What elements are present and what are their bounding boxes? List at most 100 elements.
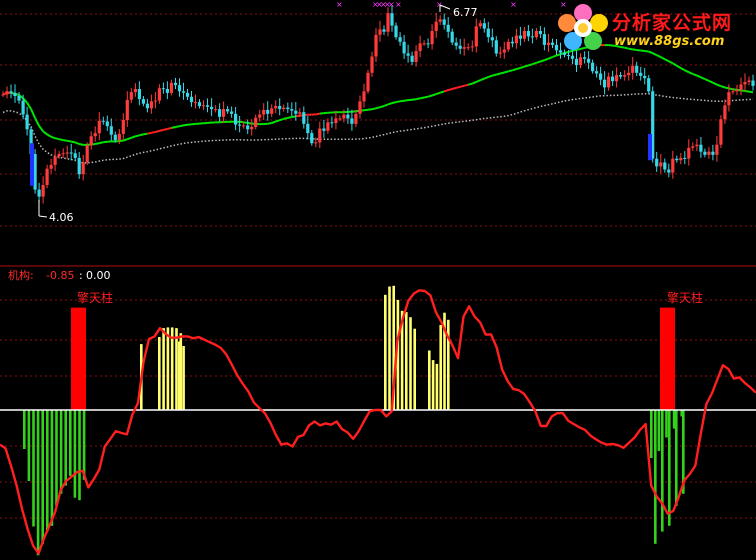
ma-segment xyxy=(70,140,76,144)
candle-body xyxy=(13,92,17,96)
marker-glyph: × xyxy=(436,0,443,9)
candle-body xyxy=(298,112,302,114)
yellow-bar xyxy=(409,317,412,410)
ma-segment xyxy=(748,90,754,94)
candle-body xyxy=(262,109,266,115)
candle-body xyxy=(334,118,338,123)
ma-segment xyxy=(471,80,477,85)
ma-segment xyxy=(63,139,68,142)
ma-segment xyxy=(147,131,152,135)
ma-segment xyxy=(431,93,437,97)
candle-body xyxy=(679,157,683,161)
candle-body xyxy=(607,76,611,88)
green-bar xyxy=(27,410,31,481)
candle-body xyxy=(727,92,731,106)
ma-segment xyxy=(475,79,481,83)
candle-body xyxy=(442,19,446,25)
candle-body xyxy=(390,13,394,26)
ma-segment xyxy=(163,128,168,131)
candle-body xyxy=(510,41,514,44)
candle-body xyxy=(410,55,414,62)
ma-segment xyxy=(483,76,489,80)
low-price-label: 4.06 xyxy=(49,211,74,224)
ma-segment xyxy=(415,97,421,101)
yellow-bar xyxy=(158,337,161,410)
candle-body xyxy=(691,146,695,148)
yellow-bar xyxy=(178,341,181,410)
high-price-label: 6.77 xyxy=(453,6,478,19)
candle-body xyxy=(378,29,382,35)
ma-segment xyxy=(548,56,553,60)
ma-segment xyxy=(399,99,405,103)
candle-body xyxy=(5,91,9,95)
ma-segment xyxy=(175,125,180,128)
ma-segment xyxy=(183,123,188,127)
ma-segment xyxy=(42,130,48,136)
ma-segment xyxy=(363,108,369,112)
ma-segment xyxy=(395,100,401,104)
watermark-logo: 分析家公式网 www.88gs.com xyxy=(556,2,752,52)
candle-body xyxy=(318,128,322,143)
candle-body xyxy=(201,105,206,107)
ma-segment xyxy=(38,125,44,132)
candle-body xyxy=(157,88,161,101)
candle-body xyxy=(450,31,454,43)
candle-body xyxy=(177,85,182,92)
candle-body xyxy=(506,41,510,50)
moving-average-lines xyxy=(2,44,754,164)
ma-segment xyxy=(30,108,37,119)
ma-segment xyxy=(552,54,557,58)
ma-segment xyxy=(455,85,461,89)
candle-body xyxy=(398,37,402,42)
ma-segment xyxy=(119,139,124,143)
ma-segment xyxy=(467,82,473,86)
green-bar xyxy=(78,410,81,501)
candle-body xyxy=(101,120,105,122)
candle-body xyxy=(89,136,93,146)
candle-body xyxy=(603,79,607,88)
candle-body xyxy=(97,120,101,134)
ma-segment xyxy=(243,121,248,124)
candle-body xyxy=(165,89,169,93)
candle-body xyxy=(587,58,591,63)
candle-body xyxy=(627,72,631,76)
ma-segment xyxy=(688,71,694,75)
candle-body xyxy=(294,110,298,114)
candle-body xyxy=(258,114,262,118)
indicator-bars xyxy=(23,285,685,556)
candle-body xyxy=(418,43,422,52)
ma-segment xyxy=(544,57,549,62)
ma-segment xyxy=(728,87,734,91)
ma-segment xyxy=(556,53,561,57)
candle-body xyxy=(518,35,522,39)
candle-body xyxy=(45,168,49,185)
candle-body xyxy=(723,105,727,120)
candle-body xyxy=(169,82,173,93)
ma-segment xyxy=(672,62,678,67)
candle-body xyxy=(699,144,703,152)
ma-segment xyxy=(419,96,425,100)
green-bar xyxy=(665,410,668,438)
candle-body xyxy=(93,133,97,137)
ma-segment xyxy=(191,122,196,126)
ma-segment xyxy=(383,103,389,107)
candle-body xyxy=(446,24,450,32)
green-bar xyxy=(32,410,35,527)
candle-body xyxy=(639,72,643,76)
candle-body xyxy=(595,71,599,74)
candle-body xyxy=(538,31,542,35)
candle-body xyxy=(77,157,81,175)
ma-segment xyxy=(652,52,658,57)
low-leader-arrow xyxy=(38,215,48,218)
ma-segment xyxy=(403,99,409,102)
candle-body xyxy=(434,21,438,31)
candle-body xyxy=(623,75,627,77)
candle-body xyxy=(562,52,567,55)
candle-body xyxy=(466,47,470,49)
signal-column-right xyxy=(660,307,675,410)
candle-body xyxy=(526,31,530,37)
ma-segment xyxy=(423,95,429,99)
yellow-bar xyxy=(384,294,387,410)
ma-segment xyxy=(427,94,433,98)
candle-body xyxy=(9,91,13,93)
